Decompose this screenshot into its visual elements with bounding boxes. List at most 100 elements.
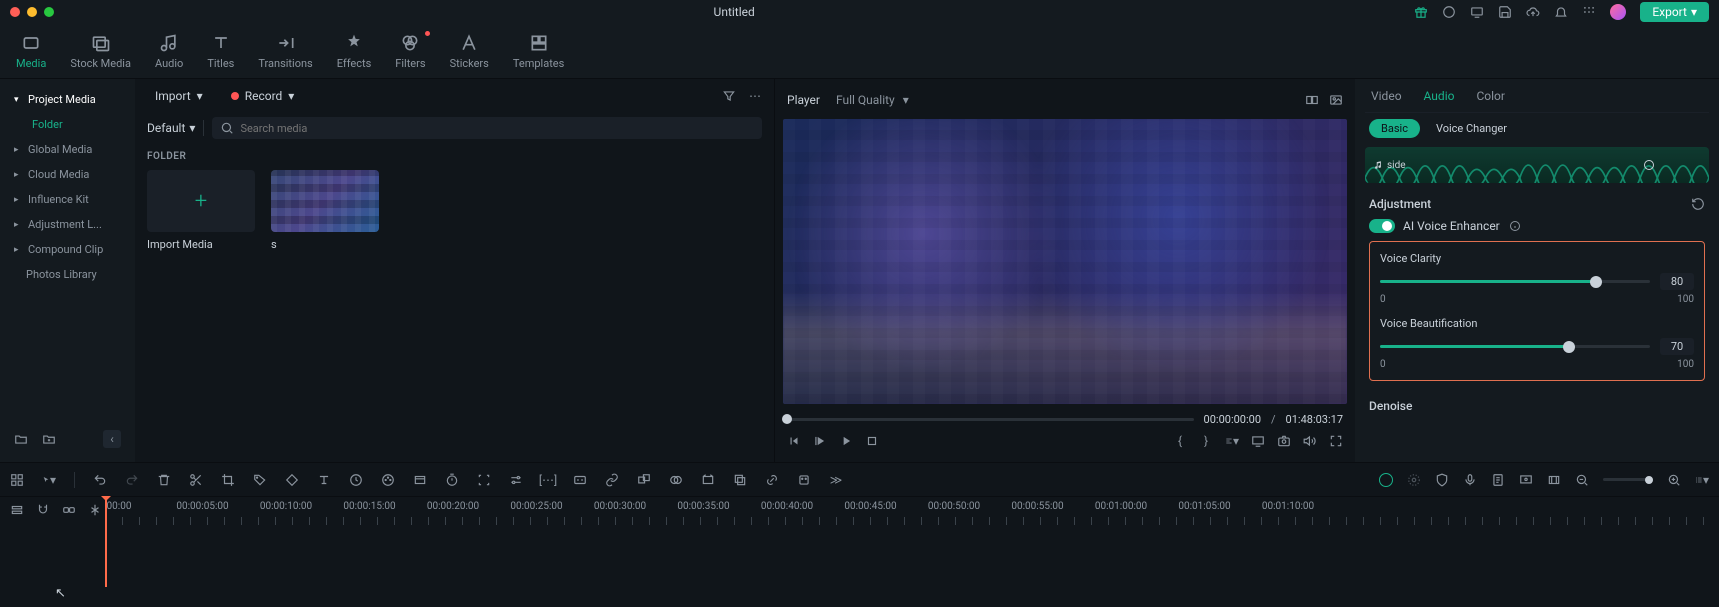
slider-handle[interactable]	[1563, 341, 1575, 353]
ratio-icon[interactable]: ▾	[1225, 434, 1239, 448]
tab-stickers[interactable]: Stickers	[450, 33, 489, 70]
video-preview[interactable]	[783, 119, 1347, 404]
detect-icon[interactable]	[477, 473, 491, 487]
crop-icon[interactable]	[221, 473, 235, 487]
scrub-handle[interactable]	[782, 414, 792, 424]
prev-frame-icon[interactable]	[787, 434, 801, 448]
search-field[interactable]	[240, 122, 754, 135]
bell-icon[interactable]	[1554, 5, 1568, 19]
sidebar-item-photos-library[interactable]: Photos Library	[4, 262, 131, 287]
shield-icon[interactable]	[1435, 473, 1449, 487]
mark-in-icon[interactable]: {	[1173, 434, 1187, 448]
waveform[interactable]: side	[1365, 147, 1709, 183]
sidebar-item-adjustment-layer[interactable]: ▸Adjustment L...	[4, 212, 131, 237]
chapter-icon[interactable]	[1547, 473, 1561, 487]
minimize-window[interactable]	[27, 7, 37, 17]
layout-icon[interactable]	[10, 473, 24, 487]
new-folder-icon[interactable]	[14, 432, 28, 446]
info-icon[interactable]	[1508, 219, 1522, 233]
fullscreen-icon[interactable]	[1329, 434, 1343, 448]
bracket-icon[interactable]: [⋯]	[541, 473, 555, 487]
link-track-icon[interactable]	[62, 503, 76, 517]
export-button[interactable]: Export ▾	[1640, 2, 1709, 22]
notes-icon[interactable]	[1491, 473, 1505, 487]
timer-icon[interactable]	[445, 473, 459, 487]
progress-circle-icon[interactable]	[1442, 5, 1456, 19]
render-icon[interactable]	[701, 473, 715, 487]
sidebar-item-global-media[interactable]: ▸Global Media	[4, 137, 131, 162]
search-input[interactable]	[212, 117, 762, 139]
redo-icon[interactable]	[125, 473, 139, 487]
play-pause-icon[interactable]	[813, 434, 827, 448]
freeze-icon[interactable]	[413, 473, 427, 487]
play-icon[interactable]	[839, 434, 853, 448]
mark-out-icon[interactable]: }	[1199, 434, 1213, 448]
collapse-sidebar[interactable]: ‹	[103, 430, 121, 448]
voice-beautification-slider[interactable]	[1380, 345, 1650, 348]
marker-tool-icon[interactable]	[1407, 473, 1421, 487]
display-icon[interactable]	[1251, 434, 1265, 448]
text-icon[interactable]	[317, 473, 331, 487]
subtab-voice-changer[interactable]: Voice Changer	[1436, 122, 1507, 135]
group-icon[interactable]	[637, 473, 651, 487]
color-icon[interactable]	[381, 473, 395, 487]
new-bin-icon[interactable]	[42, 432, 56, 446]
zoom-in-icon[interactable]	[1667, 473, 1681, 487]
tab-filters[interactable]: Filters	[395, 33, 425, 70]
sidebar-item-cloud-media[interactable]: ▸Cloud Media	[4, 162, 131, 187]
record-indicator[interactable]	[1379, 473, 1393, 487]
voice-clarity-value[interactable]: 80	[1660, 273, 1694, 290]
quality-select[interactable]: Full Quality ▾	[836, 93, 909, 107]
filter-icon[interactable]	[722, 89, 736, 103]
screen-icon[interactable]	[1470, 5, 1484, 19]
record-button[interactable]: Record ▾	[223, 85, 303, 107]
volume-icon[interactable]	[1303, 434, 1317, 448]
waveform-handle[interactable]	[1644, 160, 1654, 170]
save-icon[interactable]	[1498, 5, 1512, 19]
timeline-ruler[interactable]: 00:0000:00:05:0000:00:10:0000:00:15:0000…	[105, 497, 1719, 607]
sidebar-item-influence-kit[interactable]: ▸Influence Kit	[4, 187, 131, 212]
more-icon[interactable]: ⋯	[748, 89, 762, 103]
unlink-icon[interactable]	[765, 473, 779, 487]
speed-icon[interactable]	[349, 473, 363, 487]
track-options-icon[interactable]: ▾	[1695, 473, 1709, 487]
tab-audio[interactable]: Audio	[155, 33, 183, 70]
close-window[interactable]	[10, 7, 20, 17]
more-tools-icon[interactable]: ≫	[829, 473, 843, 487]
scrub-bar[interactable]	[787, 418, 1194, 421]
delete-icon[interactable]	[157, 473, 171, 487]
link-icon[interactable]	[605, 473, 619, 487]
split-icon[interactable]	[189, 473, 203, 487]
voice-clarity-slider[interactable]	[1380, 280, 1650, 283]
screen-record-icon[interactable]	[1519, 473, 1533, 487]
tab-color[interactable]: Color	[1476, 89, 1504, 103]
tab-transitions[interactable]: Transitions	[258, 33, 312, 70]
tab-audio[interactable]: Audio	[1424, 89, 1455, 103]
tab-effects[interactable]: Effects	[337, 33, 372, 70]
avatar[interactable]	[1610, 4, 1626, 20]
voice-beautification-value[interactable]: 70	[1660, 338, 1694, 355]
gift-icon[interactable]	[1414, 5, 1428, 19]
zoom-out-icon[interactable]	[1575, 473, 1589, 487]
export-clip-icon[interactable]	[733, 473, 747, 487]
magnet-icon[interactable]	[36, 503, 50, 517]
pointer-icon[interactable]: ▾	[42, 473, 56, 487]
tag-icon[interactable]	[253, 473, 267, 487]
tab-titles[interactable]: Titles	[207, 33, 234, 70]
stop-icon[interactable]	[865, 434, 879, 448]
zoom-slider[interactable]	[1603, 478, 1653, 481]
sort-select[interactable]: Default ▾	[147, 121, 195, 135]
apps-icon[interactable]	[1582, 5, 1596, 19]
cloud-upload-icon[interactable]	[1526, 5, 1540, 19]
undo-icon[interactable]	[93, 473, 107, 487]
media-clip[interactable]: s	[271, 170, 379, 251]
sidebar-item-compound-clip[interactable]: ▸Compound Clip	[4, 237, 131, 262]
tab-video[interactable]: Video	[1371, 89, 1402, 103]
tab-media[interactable]: Media	[16, 33, 46, 70]
mask-icon[interactable]	[669, 473, 683, 487]
playhead[interactable]	[105, 497, 107, 587]
ai-voice-enhancer-toggle[interactable]	[1369, 219, 1395, 233]
subtab-basic[interactable]: Basic	[1369, 119, 1420, 138]
maximize-window[interactable]	[44, 7, 54, 17]
mic-icon[interactable]	[1463, 473, 1477, 487]
